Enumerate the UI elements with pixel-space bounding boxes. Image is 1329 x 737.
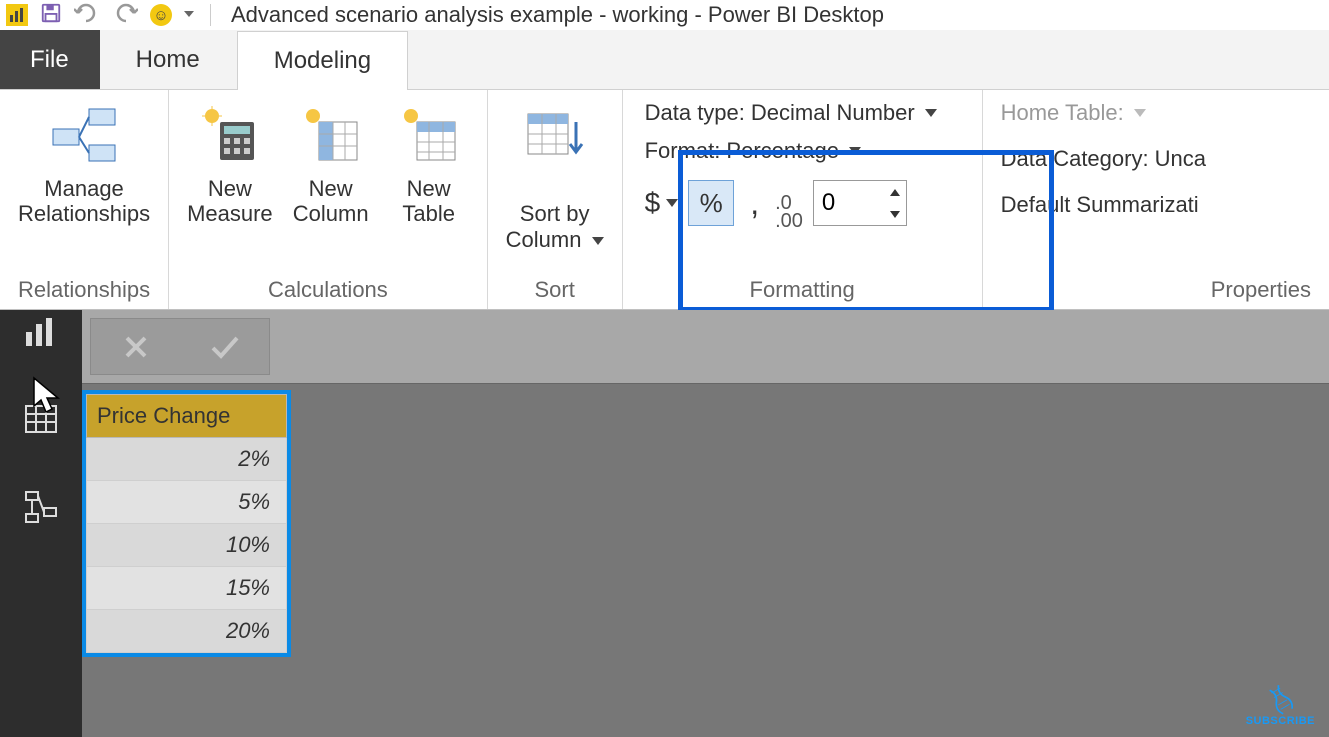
format-label: Format: <box>645 138 721 164</box>
cell-value: 5% <box>87 481 287 524</box>
view-rail <box>0 310 82 737</box>
default-summarization-label: Default Summarizati <box>1001 192 1199 218</box>
calculations-group-label: Calculations <box>187 273 469 305</box>
new-column-button[interactable]: New Column <box>291 100 371 227</box>
percent-format-button[interactable]: % <box>688 180 734 226</box>
relationships-icon <box>44 100 124 170</box>
currency-symbol: $ <box>645 187 661 219</box>
tab-file[interactable]: File <box>0 30 100 89</box>
new-measure-button[interactable]: New Measure <box>187 100 273 227</box>
currency-format-button[interactable]: $ <box>645 187 679 219</box>
new-measure-icon <box>190 100 270 170</box>
format-selector[interactable]: Format: Percentage <box>645 138 960 164</box>
qat-dropdown-icon[interactable] <box>184 11 194 19</box>
decimal-places-input[interactable] <box>814 181 884 225</box>
undo-icon[interactable] <box>74 3 100 28</box>
chevron-down-icon <box>925 109 937 117</box>
ribbon-tab-strip: File Home Modeling <box>0 30 1329 90</box>
sort-group-label: Sort <box>506 273 604 305</box>
chevron-down-icon <box>1134 109 1146 117</box>
manage-relationships-button[interactable]: Manage Relationships <box>18 100 150 227</box>
new-table-label: New Table <box>402 176 455 227</box>
table-row[interactable]: 2% <box>87 438 287 481</box>
cell-value: 2% <box>87 438 287 481</box>
formula-bar <box>82 310 1329 384</box>
sort-by-column-button[interactable]: Sort by Column <box>506 100 604 252</box>
smiley-icon[interactable]: ☺ <box>150 4 172 26</box>
window-title: Advanced scenario analysis example - wor… <box>231 2 884 28</box>
spin-down-button[interactable] <box>884 203 906 225</box>
table-row[interactable]: 15% <box>87 567 287 610</box>
decimal-places-stepper[interactable] <box>813 180 907 226</box>
sort-icon <box>515 100 595 170</box>
report-view-button[interactable] <box>20 310 62 352</box>
formula-accept-button[interactable] <box>180 332 269 362</box>
redo-icon[interactable] <box>112 3 138 28</box>
model-view-button[interactable] <box>20 486 62 528</box>
quick-access-toolbar: ☺ <box>6 2 215 29</box>
column-header-price-change[interactable]: Price Change <box>87 395 287 438</box>
data-view-button[interactable] <box>20 398 62 440</box>
cell-value: 10% <box>87 524 287 567</box>
thousands-separator-button[interactable]: , <box>744 185 765 222</box>
data-type-value: Decimal Number <box>751 100 915 126</box>
ribbon-group-relationships: Manage Relationships Relationships <box>0 90 169 309</box>
table-row[interactable]: 20% <box>87 610 287 653</box>
subscribe-button[interactable]: SUBSCRIBE <box>1246 681 1315 727</box>
tab-home[interactable]: Home <box>100 30 237 89</box>
sort-by-column-label: Sort by Column <box>506 176 604 252</box>
ribbon-group-formatting: Data type: Decimal Number Format: Percen… <box>623 90 983 309</box>
properties-group-label: Properties <box>1001 273 1311 305</box>
table-row[interactable]: 10% <box>87 524 287 567</box>
save-icon[interactable] <box>40 2 62 29</box>
ribbon-group-sort: Sort by Column Sort <box>488 90 623 309</box>
formula-input[interactable] <box>270 310 1329 383</box>
data-category-label: Data Category: <box>1001 146 1149 172</box>
title-bar: ☺ Advanced scenario analysis example - w… <box>0 0 1329 30</box>
relationships-group-label: Relationships <box>18 273 150 305</box>
chevron-down-icon <box>849 147 861 155</box>
app-icon <box>6 4 28 26</box>
ribbon-group-properties: Home Table: Data Category: Unca Default … <box>983 90 1329 309</box>
table-row[interactable]: 5% <box>87 481 287 524</box>
spin-up-button[interactable] <box>884 181 906 203</box>
tab-modeling[interactable]: Modeling <box>237 31 408 90</box>
data-category-selector[interactable]: Data Category: Unca <box>1001 146 1206 172</box>
new-table-icon <box>389 100 469 170</box>
format-value: Percentage <box>726 138 839 164</box>
formula-bar-buttons <box>90 318 270 375</box>
qat-separator <box>210 4 211 26</box>
cell-value: 20% <box>87 610 287 653</box>
ribbon: Manage Relationships Relationships N <box>0 90 1329 310</box>
dna-icon <box>1263 681 1297 715</box>
home-table-selector[interactable]: Home Table: <box>1001 100 1146 126</box>
default-summarization-selector[interactable]: Default Summarizati <box>1001 192 1199 218</box>
chevron-down-icon <box>666 199 678 207</box>
formula-cancel-button[interactable] <box>91 332 180 362</box>
data-table-highlight: Price Change 2% 5% 10% 15% 20% <box>82 390 291 657</box>
formatting-group-label: Formatting <box>641 273 964 305</box>
new-table-button[interactable]: New Table <box>389 100 469 227</box>
data-table: Price Change 2% 5% 10% 15% 20% <box>86 394 287 653</box>
new-column-label: New Column <box>293 176 369 227</box>
manage-relationships-label: Manage Relationships <box>18 176 150 227</box>
subscribe-label: SUBSCRIBE <box>1246 715 1315 727</box>
new-column-icon <box>291 100 371 170</box>
home-table-label: Home Table: <box>1001 100 1124 126</box>
data-type-selector[interactable]: Data type: Decimal Number <box>645 100 960 126</box>
data-category-value: Unca <box>1155 146 1206 172</box>
new-measure-label: New Measure <box>187 176 273 227</box>
cell-value: 15% <box>87 567 287 610</box>
decimal-places-icon: .0 .00 <box>775 176 803 230</box>
chevron-down-icon <box>592 237 604 245</box>
data-type-label: Data type: <box>645 100 745 126</box>
ribbon-group-calculations: New Measure New Column <box>169 90 488 309</box>
